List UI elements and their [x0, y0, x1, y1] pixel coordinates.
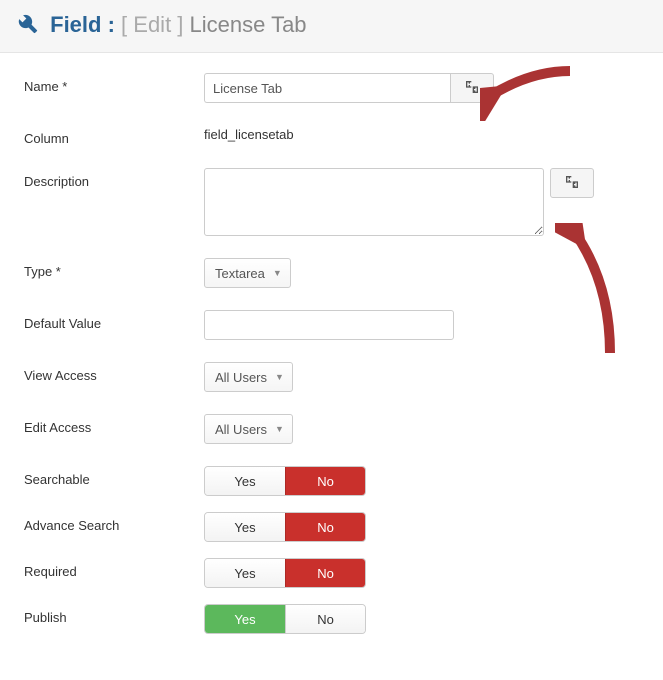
- type-label: Type *: [24, 258, 204, 279]
- name-translate-button[interactable]: [450, 73, 494, 103]
- view-access-selected: All Users: [215, 370, 267, 385]
- description-label: Description: [24, 168, 204, 189]
- annotation-arrow-icon: [555, 223, 635, 363]
- column-value: field_licensetab: [204, 125, 639, 142]
- view-access-select[interactable]: All Users ▼: [204, 362, 293, 392]
- description-textarea[interactable]: [204, 168, 544, 236]
- type-select[interactable]: Textarea ▼: [204, 258, 291, 288]
- header-item-title: License Tab: [190, 12, 307, 37]
- default-value-label: Default Value: [24, 310, 204, 331]
- translate-icon: [564, 174, 580, 193]
- wrench-icon: [18, 14, 38, 40]
- required-no[interactable]: No: [285, 559, 365, 587]
- page-title: Field : [ Edit ] License Tab: [18, 12, 645, 40]
- chevron-down-icon: ▼: [275, 372, 284, 382]
- searchable-yes[interactable]: Yes: [205, 467, 285, 495]
- searchable-label: Searchable: [24, 466, 204, 487]
- column-label: Column: [24, 125, 204, 146]
- advance-search-yes[interactable]: Yes: [205, 513, 285, 541]
- header-edit-label: [ Edit ]: [121, 12, 183, 37]
- description-translate-button[interactable]: [550, 168, 594, 198]
- chevron-down-icon: ▼: [273, 268, 282, 278]
- publish-no[interactable]: No: [285, 605, 365, 633]
- publish-yes[interactable]: Yes: [205, 605, 285, 633]
- chevron-down-icon: ▼: [275, 424, 284, 434]
- searchable-toggle: Yes No: [204, 466, 366, 496]
- edit-access-label: Edit Access: [24, 414, 204, 435]
- searchable-no[interactable]: No: [285, 467, 365, 495]
- name-label: Name *: [24, 73, 204, 94]
- required-yes[interactable]: Yes: [205, 559, 285, 587]
- required-toggle: Yes No: [204, 558, 366, 588]
- view-access-label: View Access: [24, 362, 204, 383]
- header-colon: :: [108, 12, 115, 37]
- default-value-input[interactable]: [204, 310, 454, 340]
- header-field-label: Field: [50, 12, 101, 37]
- required-label: Required: [24, 558, 204, 579]
- name-input[interactable]: [204, 73, 450, 103]
- publish-toggle: Yes No: [204, 604, 366, 634]
- publish-label: Publish: [24, 604, 204, 625]
- translate-icon: [464, 79, 480, 98]
- edit-access-select[interactable]: All Users ▼: [204, 414, 293, 444]
- advance-search-toggle: Yes No: [204, 512, 366, 542]
- type-selected: Textarea: [215, 266, 265, 281]
- advance-search-label: Advance Search: [24, 512, 204, 533]
- edit-access-selected: All Users: [215, 422, 267, 437]
- page-header: Field : [ Edit ] License Tab: [0, 0, 663, 53]
- advance-search-no[interactable]: No: [285, 513, 365, 541]
